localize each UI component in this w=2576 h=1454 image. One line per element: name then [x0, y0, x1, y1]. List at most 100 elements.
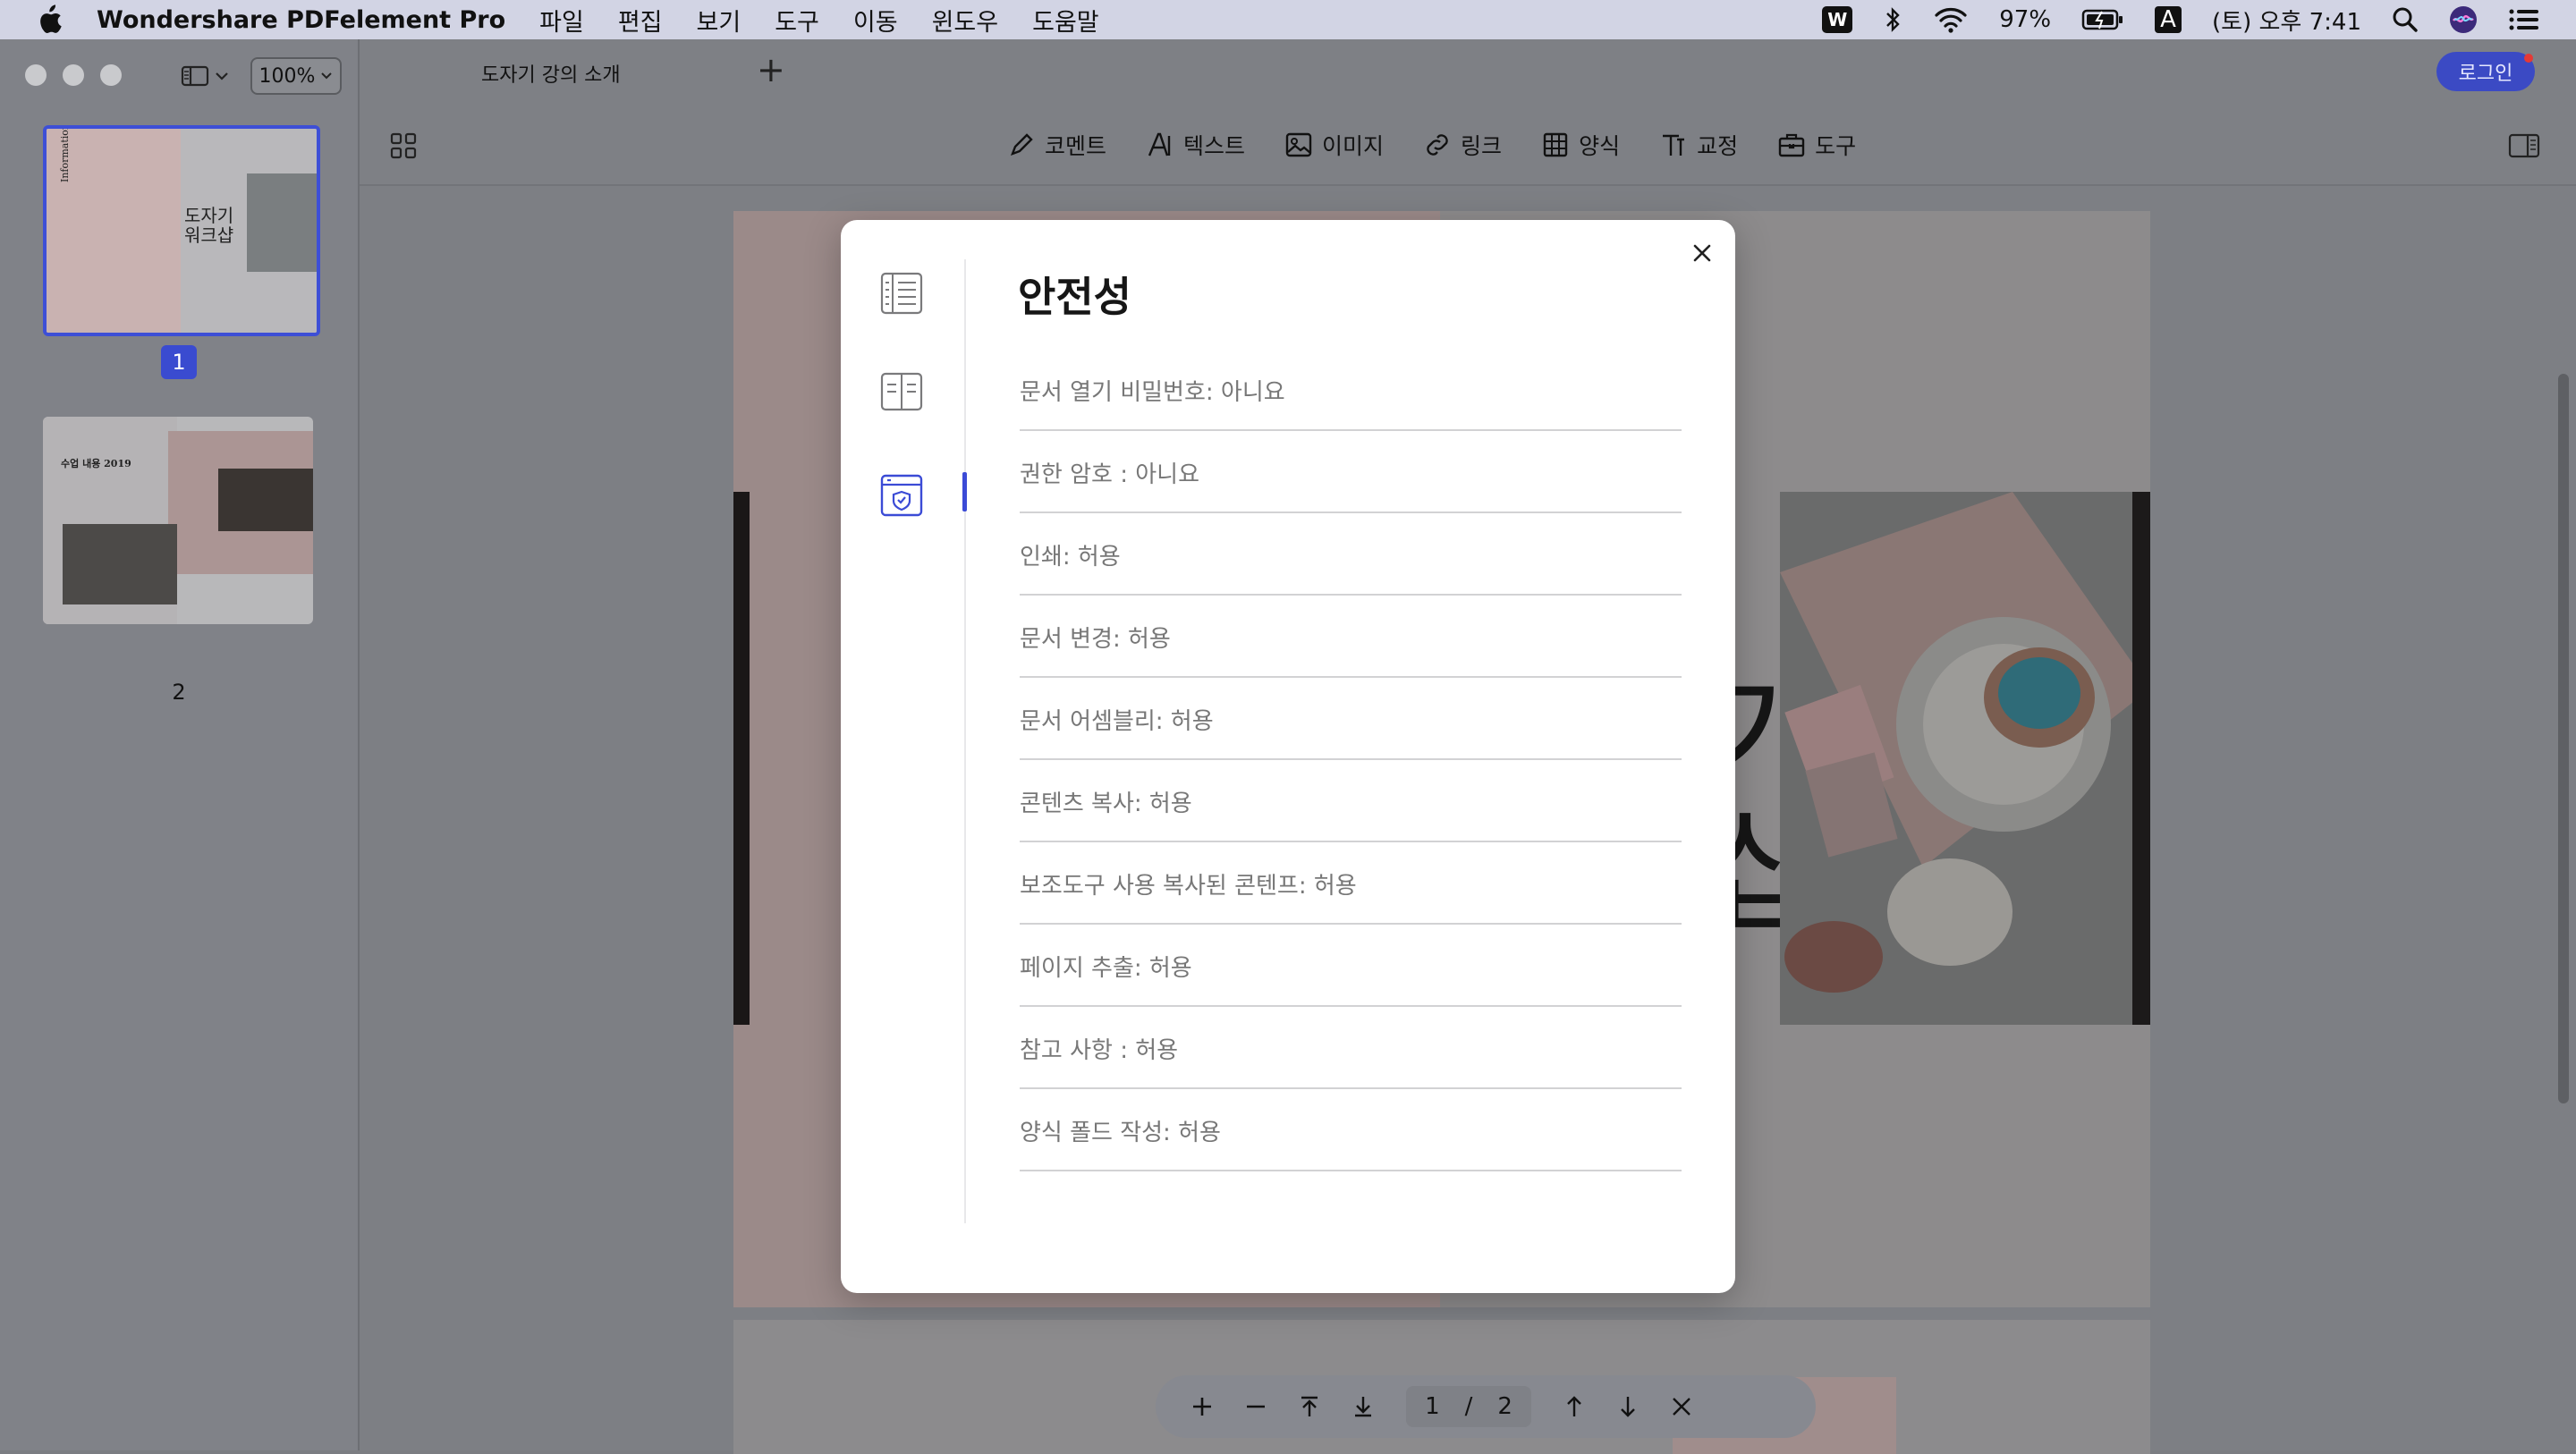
window-controls [25, 64, 122, 86]
thumbnail-sidebar: 100% Information 도자기 워크샵 1 수업 내용 2019 2 [0, 39, 360, 1450]
tool-tools-label: 도구 [1815, 133, 1857, 159]
page-grid-icon[interactable] [390, 132, 417, 159]
property-content-copying: 콘텐츠 복사: 허용 [1020, 762, 1682, 842]
tool-link-label: 링크 [1461, 133, 1503, 159]
battery-percent: 97% [1999, 6, 2052, 33]
tool-image-label: 이미지 [1322, 133, 1385, 159]
description-list-icon[interactable] [878, 270, 925, 317]
login-label: 로그인 [2458, 63, 2513, 85]
property-accessibility-copying: 보조도구 사용 복사된 콘텐프: 허용 [1020, 844, 1682, 925]
document-tab[interactable]: 도자기 강의 소개 [481, 59, 621, 88]
tool-link[interactable]: 링크 [1423, 125, 1502, 165]
active-nav-indicator [962, 472, 967, 511]
page-thumbnail-2[interactable]: 수업 내용 2019 [43, 417, 313, 624]
property-printing: 인쇄: 허용 [1020, 515, 1682, 596]
link-icon [1427, 134, 1448, 156]
new-tab-button[interactable]: + [757, 50, 785, 89]
tool-image[interactable]: 이미지 [1284, 125, 1384, 165]
thumb2-title: 수업 내용 2019 [61, 458, 131, 469]
bluetooth-icon[interactable] [1883, 6, 1902, 33]
security-properties-list: 문서 열기 비밀번호: 아니요 권한 암호 : 아니요 인쇄: 허용 문서 변경… [1020, 351, 1682, 1173]
zoom-value: 100% [258, 64, 316, 88]
property-document-changes: 문서 변경: 허용 [1020, 597, 1682, 678]
table-icon [1543, 132, 1568, 157]
initial-view-icon[interactable] [878, 368, 925, 415]
zoom-out-icon[interactable] [1245, 1396, 1267, 1417]
menu-edit[interactable]: 편집 [618, 3, 663, 38]
page-number-2[interactable]: 2 [161, 680, 197, 705]
zoom-select[interactable]: 100% [250, 57, 342, 95]
battery-charging-icon[interactable] [2081, 8, 2124, 31]
pottery-photo [1780, 492, 2150, 1025]
close-window-button[interactable] [25, 64, 47, 86]
current-page: 1 [1425, 1393, 1440, 1420]
siri-icon[interactable] [2449, 5, 2478, 34]
input-source-icon[interactable]: A [2155, 6, 2182, 33]
tool-text-label: 텍스트 [1183, 133, 1246, 159]
tool-form-label: 양식 [1579, 133, 1621, 159]
zoom-window-button[interactable] [100, 64, 122, 86]
minimize-window-button[interactable] [63, 64, 84, 86]
pottery-photo-art [1780, 492, 2150, 1025]
security-shield-icon[interactable] [878, 472, 925, 519]
thumb1-side-label: Information [59, 125, 71, 182]
dialog-title: 안전성 [1018, 273, 1131, 321]
previous-page-icon[interactable] [1563, 1395, 1585, 1418]
page-navigator: 1 / 2 [1156, 1375, 1816, 1438]
next-page-icon[interactable] [1617, 1395, 1639, 1418]
app-menus: 파일 편집 보기 도구 이동 윈도우 도움말 [539, 3, 1099, 38]
menu-window[interactable]: 윈도우 [932, 3, 999, 38]
property-page-extraction: 페이지 추출: 허용 [1020, 926, 1682, 1007]
clock[interactable]: (토) 오후 7:41 [2212, 4, 2361, 37]
tool-group: 코멘트 텍스트 이미지 링크 양식 교정 도구 [1007, 125, 1856, 165]
toolbox-icon [1778, 133, 1805, 157]
redact-icon [1663, 134, 1685, 156]
chevron-down-icon [321, 72, 333, 80]
apple-icon[interactable] [36, 4, 63, 35]
control-center-icon[interactable] [2508, 7, 2540, 32]
page-number-field[interactable]: 1 / 2 [1406, 1386, 1531, 1427]
tool-form[interactable]: 양식 [1541, 125, 1620, 165]
status-area: W 97% A (토) 오후 7:41 [1822, 0, 2540, 39]
notification-dot [2524, 54, 2533, 63]
property-open-password: 문서 열기 비밀번호: 아니요 [1020, 351, 1682, 431]
menu-file[interactable]: 파일 [539, 3, 584, 38]
tool-comment[interactable]: 코멘트 [1007, 125, 1106, 165]
close-navigator-icon[interactable] [1671, 1396, 1692, 1417]
page-number-1[interactable]: 1 [161, 345, 197, 379]
wifi-icon[interactable] [1933, 6, 1969, 33]
menu-tools[interactable]: 도구 [775, 3, 819, 38]
tool-redact-label: 교정 [1697, 133, 1739, 159]
menu-bar: Wondershare PDFelement Pro 파일 편집 보기 도구 이… [0, 0, 2576, 39]
property-form-filling: 양식 폴드 작성: 허용 [1020, 1091, 1682, 1171]
zoom-in-icon[interactable] [1191, 1396, 1213, 1417]
document-properties-dialog: 안전성 문서 열기 비밀번호: 아니요 권한 암호 : 아니요 인쇄: 허용 문… [841, 220, 1735, 1293]
wondershare-status-icon[interactable]: W [1822, 6, 1853, 33]
image-icon [1285, 132, 1312, 157]
last-page-icon[interactable] [1352, 1395, 1374, 1418]
tool-text[interactable]: 텍스트 [1146, 125, 1245, 165]
thumb1-title: 도자기 워크샵 [184, 205, 234, 246]
vertical-scrollbar[interactable] [2558, 374, 2569, 1103]
menu-go[interactable]: 이동 [853, 3, 898, 38]
pen-icon [1010, 133, 1033, 156]
tool-redact[interactable]: 교정 [1659, 125, 1738, 165]
spotlight-search-icon[interactable] [2392, 6, 2419, 33]
nav-divider [964, 259, 966, 1223]
menu-view[interactable]: 보기 [697, 3, 741, 38]
chevron-down-icon [216, 72, 228, 80]
page-dark-bar [733, 492, 750, 1025]
app-name[interactable]: Wondershare PDFelement Pro [97, 6, 505, 34]
page-thumbnail-1[interactable]: Information 도자기 워크샵 [43, 125, 320, 336]
close-icon[interactable] [1689, 240, 1716, 266]
login-button[interactable]: 로그인 [2436, 52, 2535, 91]
sidebar-toggle-button[interactable] [181, 61, 231, 91]
main-toolbar: 코멘트 텍스트 이미지 링크 양식 교정 도구 [360, 106, 2576, 186]
first-page-icon[interactable] [1299, 1395, 1320, 1418]
tool-comment-label: 코멘트 [1045, 133, 1107, 159]
property-permission-password: 권한 암호 : 아니요 [1020, 433, 1682, 513]
tool-tools[interactable]: 도구 [1777, 125, 1856, 165]
menu-help[interactable]: 도움말 [1032, 3, 1099, 38]
right-panel-icon[interactable] [2508, 132, 2540, 159]
property-document-assembly: 문서 어셈블리: 허용 [1020, 680, 1682, 760]
